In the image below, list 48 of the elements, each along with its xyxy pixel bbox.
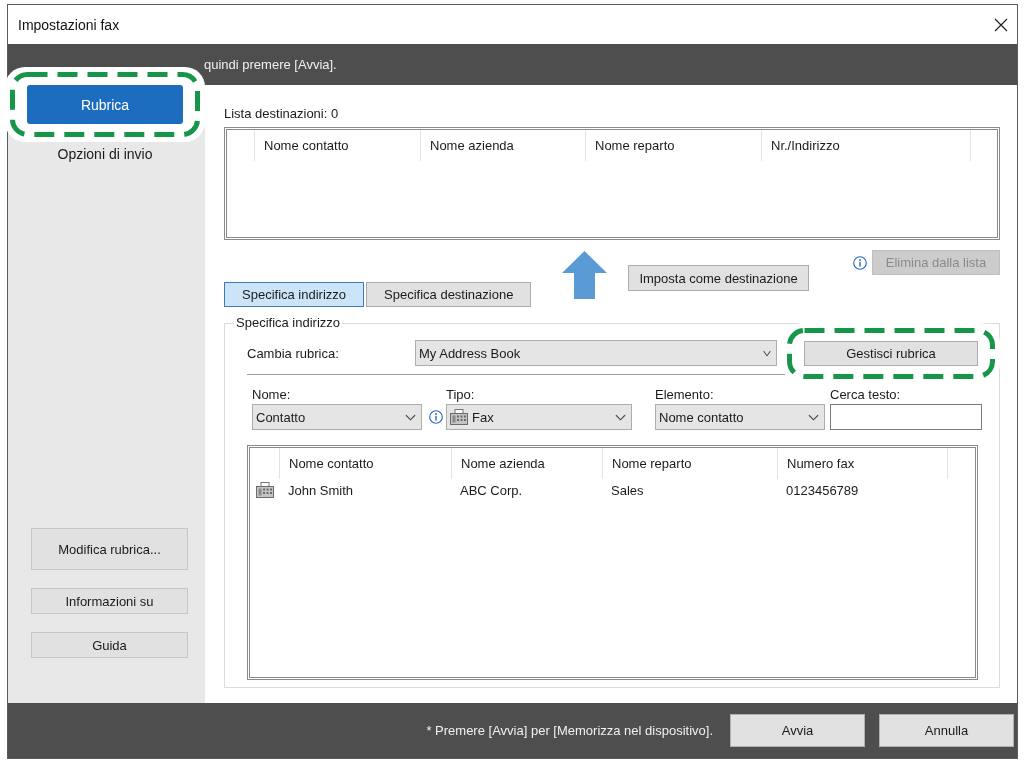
sidebar-button[interactable]: Modifica rubrica... <box>31 528 188 570</box>
column-header[interactable]: Nr./Indirizzo <box>762 130 971 161</box>
sidebar-button[interactable]: Guida <box>31 632 188 658</box>
tab[interactable]: Specifica destinazione <box>366 282 532 307</box>
column-header[interactable]: Nome azienda <box>421 130 586 161</box>
dropdown[interactable]: My Address Book <box>415 340 777 366</box>
fax-icon <box>256 482 274 498</box>
sidebar-item[interactable]: Rubrica <box>27 85 183 124</box>
table-cell-text: John Smith <box>287 482 355 498</box>
field-label: Cerca testo: <box>830 387 901 402</box>
dropdown[interactable]: Fax <box>446 404 632 430</box>
column-header[interactable]: Nome contatto <box>255 130 421 161</box>
tab[interactable]: Specifica indirizzo <box>224 282 365 307</box>
table-cell-text: ABC Corp. <box>459 482 524 498</box>
field-label: Tipo: <box>446 387 475 402</box>
set-destination-button[interactable]: Imposta come destinazione <box>628 265 809 291</box>
table-cell-text: Sales <box>610 482 645 498</box>
info-icon[interactable] <box>853 255 867 270</box>
list-label: Lista destinazioni: 0 <box>224 106 339 122</box>
column-header[interactable]: Numero fax <box>778 448 948 479</box>
field-label: Elemento: <box>655 387 714 402</box>
sidebar-item[interactable]: Opzioni di invio <box>27 143 183 165</box>
fax-icon <box>450 409 468 425</box>
column-header[interactable]: Nome reparto <box>603 448 778 479</box>
column-header[interactable]: Nome azienda <box>452 448 603 479</box>
footer-button[interactable]: Avvia <box>730 714 865 747</box>
chevron-down-icon <box>763 349 771 357</box>
dropdown[interactable]: Contatto <box>252 404 422 430</box>
column-header[interactable]: Nome contatto <box>280 448 452 479</box>
footer-note: * Premere [Avvia] per [Memorizza nel dispositivo]. <box>426 723 713 738</box>
manage-button[interactable]: Gestisci rubrica <box>804 340 978 366</box>
up-arrow-icon <box>562 251 608 299</box>
sidebar-button[interactable]: Informazioni su <box>31 588 188 614</box>
chevron-down-icon <box>615 413 626 421</box>
dropdown[interactable]: Nome contatto <box>655 404 825 430</box>
field-label: Nome: <box>252 387 291 402</box>
chevron-down-icon <box>405 413 416 421</box>
footer-button[interactable]: Annulla <box>879 714 1014 747</box>
chevron-down-icon <box>808 413 819 421</box>
table-cell-text: 0123456789 <box>785 482 860 498</box>
close-icon[interactable] <box>994 17 1008 32</box>
column-header[interactable]: Nome reparto <box>586 130 762 161</box>
group-label: Specifica indirizzo <box>235 315 342 331</box>
field-label: Cambia rubrica: <box>247 345 340 361</box>
search-field[interactable] <box>830 404 982 430</box>
info-icon[interactable] <box>429 410 443 424</box>
instruction-text: quindi premere [Avvia]. <box>204 57 337 72</box>
window-title: Impostazioni fax <box>18 16 120 33</box>
